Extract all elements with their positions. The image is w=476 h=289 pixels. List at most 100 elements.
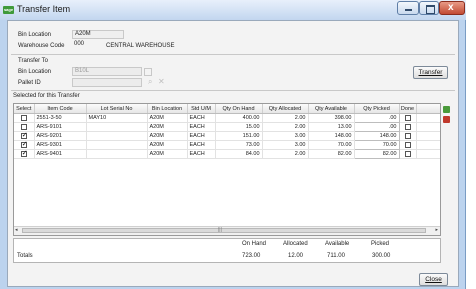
done-checkbox[interactable] xyxy=(399,113,417,123)
qty-allocated-cell: 3.00 xyxy=(262,131,309,141)
qty-available-cell: 148.00 xyxy=(308,131,355,141)
std-um-cell: EACH xyxy=(187,113,216,123)
dialog-body: Bin Location A20M Warehouse Code 000 CEN… xyxy=(7,20,459,287)
totals-picked-label: Picked xyxy=(371,241,390,247)
scrollbar-thumb[interactable] xyxy=(22,228,426,233)
col-header-qty-picked[interactable]: Qty Picked xyxy=(354,104,400,114)
blank-cell xyxy=(416,113,440,123)
table-row[interactable]: ARS-9201A20MEACH151.003.00148.00148.00 xyxy=(14,131,440,141)
qty-allocated-cell: 2.00 xyxy=(262,149,309,159)
scroll-right-icon[interactable]: ▸ xyxy=(435,227,438,233)
qty-available-cell: 70.00 xyxy=(308,140,355,150)
warehouse-code-label: Warehouse Code xyxy=(18,43,65,49)
totals-picked-value: 300.00 xyxy=(372,253,391,259)
qty-available-cell: 82.00 xyxy=(308,149,355,159)
close-button[interactable]: Close xyxy=(419,273,448,286)
std-um-cell: EACH xyxy=(187,149,216,159)
qty-on-hand-cell: 151.00 xyxy=(215,131,263,141)
qty-picked-cell[interactable]: .00 xyxy=(353,122,400,132)
col-header-qty-available[interactable]: Qty Available xyxy=(308,104,355,114)
select-checkbox[interactable] xyxy=(14,131,35,141)
col-header-blank xyxy=(416,104,440,114)
select-checkbox[interactable] xyxy=(14,113,35,123)
col-header-std-um[interactable]: Std U/M xyxy=(187,104,216,114)
item-code-cell: ARS-9101 xyxy=(34,122,87,132)
qty-picked-cell[interactable]: .00 xyxy=(353,113,400,123)
select-checkbox[interactable] xyxy=(14,149,35,159)
bin-location-field: A20M xyxy=(72,30,124,39)
col-header-qty-on-hand[interactable]: Qty On Hand xyxy=(215,104,263,114)
done-checkbox-box[interactable] xyxy=(404,141,411,148)
col-header-qty-allocated[interactable]: Qty Allocated xyxy=(262,104,309,114)
done-checkbox-box[interactable] xyxy=(404,123,411,130)
select-checkbox-box[interactable] xyxy=(20,150,28,157)
std-um-cell: EACH xyxy=(187,122,216,132)
add-icon[interactable] xyxy=(443,106,450,113)
close-window-button[interactable]: x xyxy=(439,1,465,15)
item-code-cell: ARS-9201 xyxy=(34,131,87,141)
select-checkbox-box[interactable] xyxy=(20,132,28,139)
scroll-grip-icon: ||| xyxy=(218,227,222,233)
done-checkbox-box[interactable] xyxy=(404,150,411,157)
select-checkbox[interactable] xyxy=(14,140,35,150)
clear-icon[interactable]: ✕ xyxy=(158,77,165,86)
col-header-select[interactable]: Select xyxy=(14,104,35,114)
done-checkbox[interactable] xyxy=(399,140,417,150)
totals-available-value: 711.00 xyxy=(327,253,345,259)
pallet-id-label: Pallet ID xyxy=(18,80,41,86)
select-checkbox-box[interactable] xyxy=(20,114,27,121)
col-header-item-code[interactable]: Item Code xyxy=(34,104,87,114)
std-um-cell: EACH xyxy=(187,131,216,141)
close-icon: x xyxy=(448,2,454,13)
table-row[interactable]: 2551-3-50 MAY10 A20M EACH 400.00 2.00 398.00.0… xyxy=(14,113,440,123)
table-row[interactable]: ARS-9301A20MEACH73.003.0070.0070.00 xyxy=(14,140,440,150)
col-header-bin-location[interactable]: Bin Location xyxy=(147,104,188,114)
item-code-cell: ARS-9301 xyxy=(34,140,87,150)
qty-allocated-cell: 2.00 xyxy=(262,122,309,132)
qty-picked-cell[interactable]: 70.00 xyxy=(353,140,400,150)
window-title: Transfer Item xyxy=(17,4,71,14)
bin-location-cell: A20M xyxy=(147,140,188,150)
totals-label: Totals xyxy=(17,253,33,259)
pallet-lookup-icon[interactable]: ⌕ xyxy=(148,77,152,87)
qty-picked-cell[interactable]: 148.00 xyxy=(353,131,400,141)
grid-header-row: Select Item Code Lot Serial No Bin Locat… xyxy=(14,104,440,114)
minimize-button[interactable] xyxy=(397,1,419,15)
done-checkbox[interactable] xyxy=(399,122,417,132)
pallet-id-input[interactable] xyxy=(72,78,142,87)
delete-icon[interactable] xyxy=(443,116,450,123)
blank-cell xyxy=(416,131,440,141)
col-header-lot-serial[interactable]: Lot Serial No xyxy=(86,104,148,114)
scroll-left-icon[interactable]: ◂ xyxy=(15,227,18,233)
select-checkbox-box[interactable] xyxy=(20,141,28,148)
bin-location-cell: A20M xyxy=(147,113,188,123)
items-grid[interactable]: Select Item Code Lot Serial No Bin Locat… xyxy=(13,103,441,236)
lot-serial-cell xyxy=(86,149,148,159)
blank-cell xyxy=(416,122,440,132)
sage-logo-icon: sage xyxy=(3,6,14,14)
select-checkbox[interactable] xyxy=(14,122,35,132)
done-checkbox-box[interactable] xyxy=(404,114,411,121)
done-checkbox[interactable] xyxy=(399,149,417,159)
totals-allocated-value: 12.00 xyxy=(288,253,304,259)
totals-on-hand-label: On Hand xyxy=(242,241,267,247)
qty-on-hand-cell: 84.00 xyxy=(215,149,263,159)
item-code-cell: 2551-3-50 xyxy=(34,113,87,123)
title-bar[interactable]: sage Transfer Item x xyxy=(0,0,466,20)
transfer-button[interactable]: Transfer xyxy=(413,66,448,79)
maximize-icon xyxy=(426,5,435,14)
select-checkbox-box[interactable] xyxy=(20,123,27,130)
horizontal-scrollbar[interactable]: ◂ ||| ▸ xyxy=(14,226,440,235)
table-row[interactable]: ARS-9401A20MEACH84.002.0082.0082.00 xyxy=(14,149,440,159)
maximize-button[interactable] xyxy=(419,1,439,15)
qty-picked-cell[interactable]: 82.00 xyxy=(353,149,400,159)
lot-serial-cell xyxy=(86,131,148,141)
done-checkbox-box[interactable] xyxy=(404,132,411,139)
lookup-icon[interactable] xyxy=(144,68,152,76)
to-bin-location-input[interactable]: B10L xyxy=(72,67,142,76)
totals-on-hand-value: 723.00 xyxy=(242,253,261,259)
warehouse-code-field: 000 xyxy=(74,41,85,47)
col-header-done[interactable]: Done xyxy=(399,104,417,114)
done-checkbox[interactable] xyxy=(399,131,417,141)
table-row[interactable]: ARS-9101 A20M EACH 15.00 2.00 13.00.00 xyxy=(14,122,440,132)
